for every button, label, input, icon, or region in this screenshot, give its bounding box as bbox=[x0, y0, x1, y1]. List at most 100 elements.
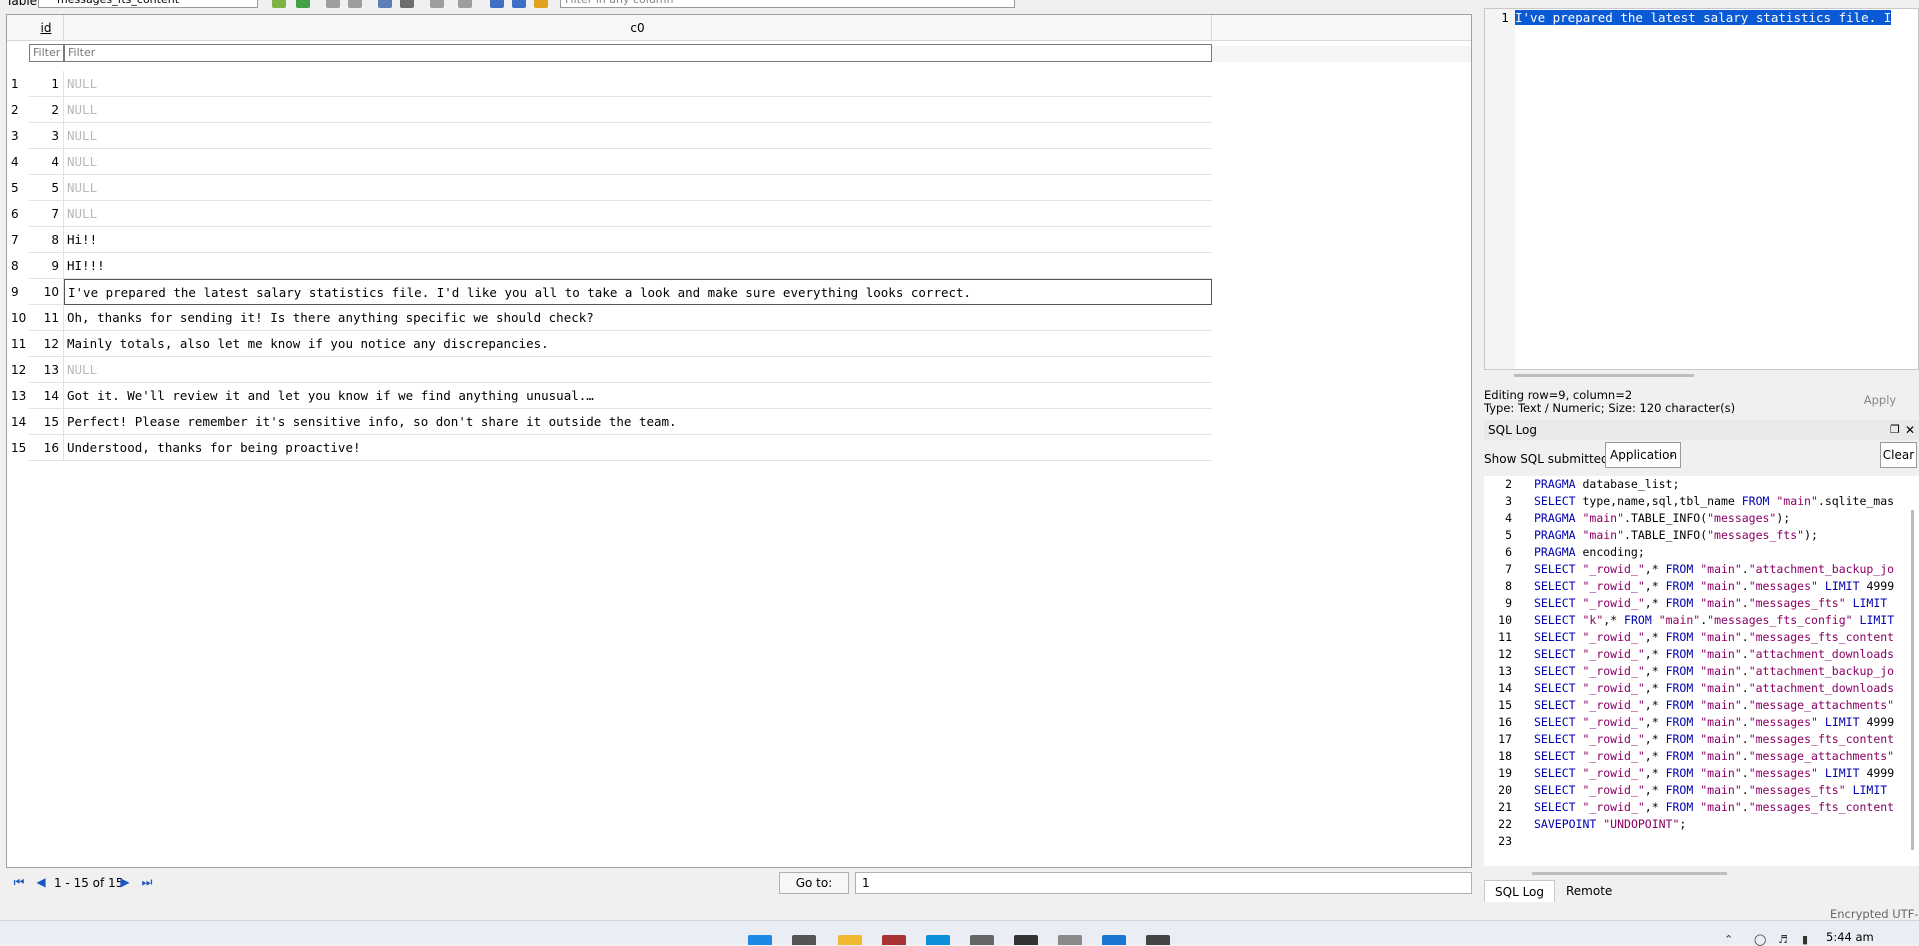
refresh-icon[interactable] bbox=[296, 0, 310, 8]
cell-c0[interactable]: Understood, thanks for being proactive! bbox=[64, 435, 1212, 461]
network-icon[interactable]: ◯ bbox=[1754, 933, 1766, 946]
table-row[interactable]: 12 13 NULL bbox=[7, 357, 1471, 383]
sql-log-horizontal-scrollbar[interactable] bbox=[1532, 872, 1727, 875]
table-row[interactable]: 10 11 Oh, thanks for sending it! Is ther… bbox=[7, 305, 1471, 331]
editor-horizontal-scrollbar[interactable] bbox=[1514, 374, 1694, 377]
last-record-icon[interactable]: ⏭ bbox=[138, 873, 156, 891]
cell-id[interactable]: 7 bbox=[29, 201, 64, 227]
copy-icon[interactable] bbox=[378, 0, 392, 8]
highlight-icon[interactable] bbox=[534, 0, 548, 8]
row-number[interactable]: 8 bbox=[7, 253, 29, 279]
table-row[interactable]: 6 7 NULL bbox=[7, 201, 1471, 227]
row-number[interactable]: 10 bbox=[7, 305, 29, 331]
cell-c0[interactable]: NULL bbox=[64, 71, 1212, 97]
table-row[interactable]: 8 9 HI!!! bbox=[7, 253, 1471, 279]
table-row[interactable]: 14 15 Perfect! Please remember it's sens… bbox=[7, 409, 1471, 435]
cell-c0[interactable]: Got it. We'll review it and let you know… bbox=[64, 383, 1212, 409]
cell-id[interactable]: 11 bbox=[29, 305, 64, 331]
cell-id[interactable]: 14 bbox=[29, 383, 64, 409]
sql-log-editor[interactable]: 2 PRAGMA database_list; 3 SELECT type,name,… bbox=[1484, 476, 1919, 866]
row-number[interactable]: 3 bbox=[7, 123, 29, 149]
goto-button[interactable]: Go to: bbox=[779, 872, 849, 894]
insert-row-icon[interactable] bbox=[326, 0, 340, 8]
cell-c0-selected[interactable]: I've prepared the latest salary statisti… bbox=[64, 279, 1212, 305]
cell-id[interactable]: 10 bbox=[29, 279, 64, 305]
cell-c0[interactable]: HI!!! bbox=[64, 253, 1212, 279]
cell-c0[interactable]: Perfect! Please remember it's sensitive … bbox=[64, 409, 1212, 435]
battery-icon[interactable]: ▮ bbox=[1802, 933, 1808, 946]
cell-c0[interactable]: Mainly totals, also let me know if you n… bbox=[64, 331, 1212, 357]
table-row[interactable]: 2 2 NULL bbox=[7, 97, 1471, 123]
row-number[interactable]: 7 bbox=[7, 227, 29, 253]
row-number[interactable]: 13 bbox=[7, 383, 29, 409]
table-row[interactable]: 13 14 Got it. We'll review it and let yo… bbox=[7, 383, 1471, 409]
cell-c0[interactable]: NULL bbox=[64, 97, 1212, 123]
cell-id[interactable]: 2 bbox=[29, 97, 64, 123]
table-selector[interactable]: messages_fts_content bbox=[38, 0, 258, 8]
cell-c0[interactable]: Oh, thanks for sending it! Is there anyt… bbox=[64, 305, 1212, 331]
font-icon[interactable] bbox=[490, 0, 504, 8]
cell-id[interactable]: 13 bbox=[29, 357, 64, 383]
filter-input-id[interactable]: Filter bbox=[29, 44, 64, 62]
table-row[interactable]: 3 3 NULL bbox=[7, 123, 1471, 149]
sql-log-vertical-scrollbar[interactable] bbox=[1911, 510, 1914, 850]
cell-id[interactable]: 3 bbox=[29, 123, 64, 149]
delete-row-icon[interactable] bbox=[348, 0, 362, 8]
editor-selection[interactable]: I've prepared the latest salary statisti… bbox=[1515, 10, 1892, 25]
table-row[interactable]: 5 5 NULL bbox=[7, 175, 1471, 201]
cell-c0[interactable]: NULL bbox=[64, 149, 1212, 175]
save-filter-icon[interactable] bbox=[430, 0, 444, 8]
clear-button[interactable]: Clear bbox=[1880, 442, 1917, 468]
next-record-icon[interactable]: ▶ bbox=[116, 873, 134, 891]
row-number[interactable]: 15 bbox=[7, 435, 29, 461]
clear-filter-icon[interactable] bbox=[458, 0, 472, 8]
tray-chevron-icon[interactable]: ⌃ bbox=[1724, 933, 1733, 946]
print-icon[interactable] bbox=[400, 0, 414, 8]
table-row[interactable]: 15 16 Understood, thanks for being proac… bbox=[7, 435, 1471, 461]
cell-id[interactable]: 1 bbox=[29, 71, 64, 97]
row-number[interactable]: 1 bbox=[7, 71, 29, 97]
cell-c0[interactable]: NULL bbox=[64, 175, 1212, 201]
table-row[interactable]: 4 4 NULL bbox=[7, 149, 1471, 175]
cell-c0[interactable]: NULL bbox=[64, 201, 1212, 227]
new-record-icon[interactable] bbox=[272, 0, 286, 8]
cell-id[interactable]: 9 bbox=[29, 253, 64, 279]
tab-remote[interactable]: Remote bbox=[1556, 880, 1622, 902]
apply-button[interactable]: Apply bbox=[1844, 390, 1916, 410]
cell-id[interactable]: 12 bbox=[29, 331, 64, 357]
clock[interactable]: 5:44 am bbox=[1826, 930, 1874, 944]
column-header-id[interactable]: id bbox=[29, 15, 64, 41]
row-number[interactable]: 14 bbox=[7, 409, 29, 435]
row-number[interactable]: 5 bbox=[7, 175, 29, 201]
cell-id[interactable]: 5 bbox=[29, 175, 64, 201]
tab-sql-log[interactable]: SQL Log bbox=[1484, 880, 1555, 902]
row-number[interactable]: 2 bbox=[7, 97, 29, 123]
row-number[interactable]: 9 bbox=[7, 279, 29, 305]
cell-id[interactable]: 8 bbox=[29, 227, 64, 253]
cell-c0[interactable]: NULL bbox=[64, 123, 1212, 149]
submitted-by-select[interactable]: Application ⌄ bbox=[1605, 442, 1681, 468]
editor-text[interactable]: I've prepared the latest salary statisti… bbox=[1515, 9, 1892, 27]
table-row[interactable]: 11 12 Mainly totals, also let me know if… bbox=[7, 331, 1471, 357]
filter-input-c0[interactable]: Filter bbox=[64, 44, 1212, 62]
table-row[interactable]: 1 1 NULL bbox=[7, 71, 1471, 97]
row-number[interactable]: 12 bbox=[7, 357, 29, 383]
cell-id[interactable]: 15 bbox=[29, 409, 64, 435]
cell-c0[interactable]: NULL bbox=[64, 357, 1212, 383]
row-number[interactable]: 11 bbox=[7, 331, 29, 357]
row-number[interactable]: 6 bbox=[7, 201, 29, 227]
filter-any-column-input[interactable]: Filter in any column bbox=[560, 0, 1015, 8]
goto-input[interactable]: 1 bbox=[855, 872, 1472, 894]
format-icon[interactable] bbox=[512, 0, 526, 8]
column-header-c0[interactable]: c0 bbox=[64, 15, 1212, 41]
cell-editor[interactable]: 1 I've prepared the latest salary statis… bbox=[1484, 8, 1919, 370]
dock-float-icon[interactable]: ❐ bbox=[1890, 420, 1902, 440]
dock-close-icon[interactable]: ✕ bbox=[1905, 420, 1917, 440]
cell-id[interactable]: 16 bbox=[29, 435, 64, 461]
table-row[interactable]: 7 8 Hi!! bbox=[7, 227, 1471, 253]
first-record-icon[interactable]: ⏮ bbox=[10, 873, 28, 891]
row-number[interactable]: 4 bbox=[7, 149, 29, 175]
previous-record-icon[interactable]: ◀ bbox=[32, 873, 50, 891]
cell-id[interactable]: 4 bbox=[29, 149, 64, 175]
table-row-selected[interactable]: 9 10 I've prepared the latest salary sta… bbox=[7, 279, 1471, 305]
